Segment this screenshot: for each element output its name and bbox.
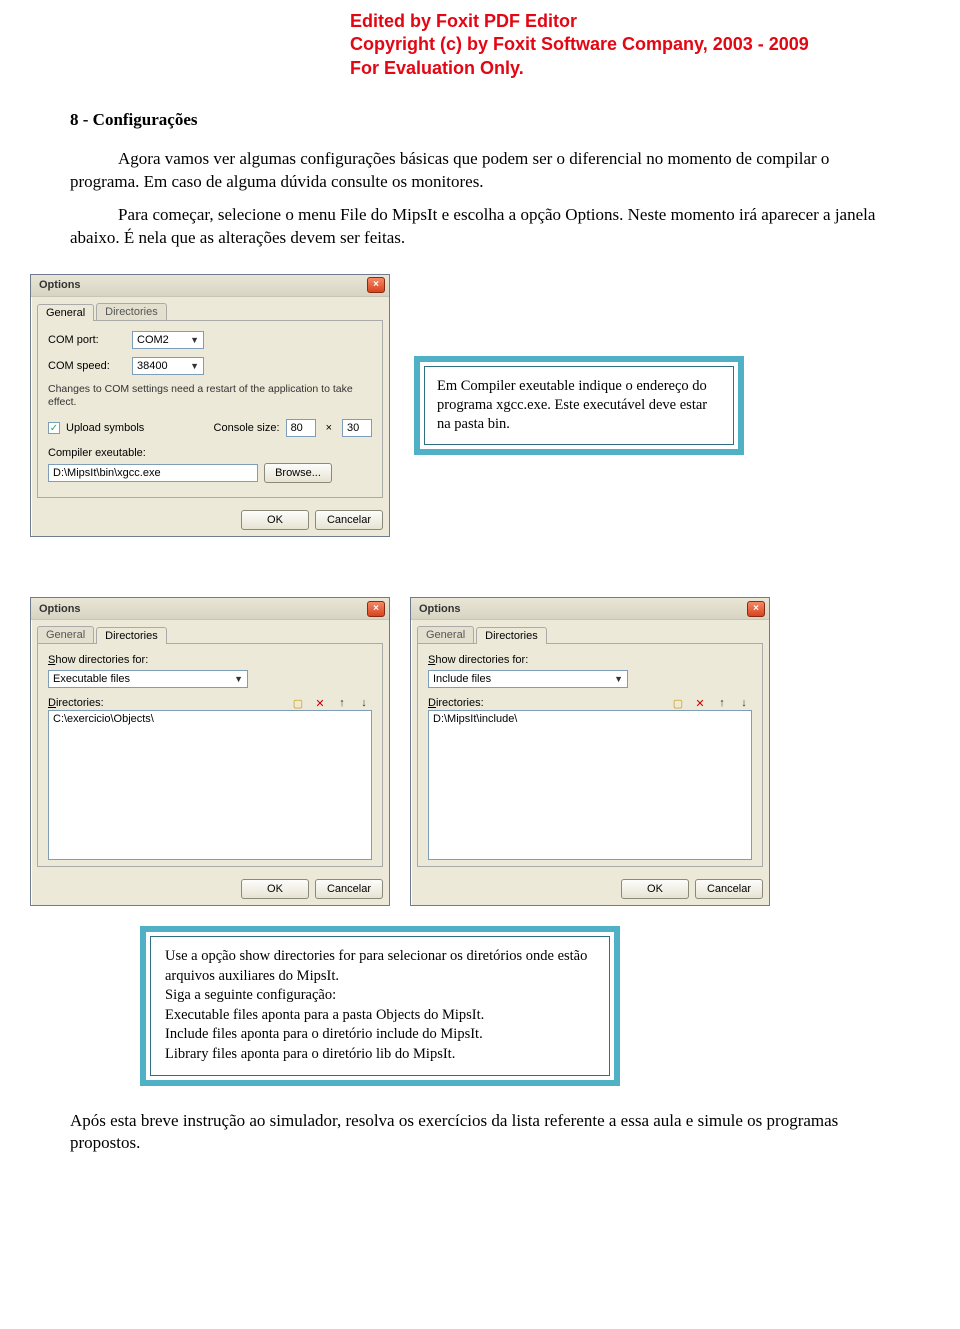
tab-directories[interactable]: Directories <box>476 627 547 644</box>
move-up-icon[interactable]: ↑ <box>334 696 350 710</box>
cancel-button[interactable]: Cancelar <box>315 879 383 899</box>
show-dirs-combo[interactable]: Executable files ▼ <box>48 670 248 688</box>
com-port-label: COM port: <box>48 334 126 346</box>
paragraph-1: Agora vamos ver algumas configurações bá… <box>70 148 890 194</box>
ok-button[interactable]: OK <box>241 879 309 899</box>
chevron-down-icon: ▼ <box>190 361 199 371</box>
close-icon[interactable]: × <box>367 277 385 293</box>
tab-general[interactable]: General <box>37 304 94 321</box>
cancel-button[interactable]: Cancelar <box>315 510 383 530</box>
com-speed-value: 38400 <box>137 360 168 372</box>
options-dialog-directories-executable: Options × General Directories Show direc… <box>30 597 390 906</box>
tab-directories[interactable]: Directories <box>96 627 167 644</box>
cancel-button[interactable]: Cancelar <box>695 879 763 899</box>
show-dirs-label: Show directories for: <box>428 654 752 666</box>
directories-label: Directories: <box>428 697 484 709</box>
watermark: Edited by Foxit PDF Editor Copyright (c)… <box>350 10 890 80</box>
restart-note: Changes to COM settings need a restart o… <box>48 383 372 409</box>
options-dialog-directories-include: Options × General Directories Show direc… <box>410 597 770 906</box>
callout2-line2: Siga a seguinte configuração: <box>165 986 595 1006</box>
callout-directories-config: Use a opção show directories for para se… <box>140 926 620 1085</box>
directories-list[interactable]: C:\exercicio\Objects\ <box>48 710 372 860</box>
upload-symbols-label: Upload symbols <box>66 422 144 434</box>
multiply-icon: × <box>326 422 332 434</box>
chevron-down-icon: ▼ <box>234 674 243 684</box>
callout2-line1: Use a opção show directories for para se… <box>165 947 595 986</box>
new-folder-icon[interactable]: ▢ <box>290 696 306 710</box>
move-up-icon[interactable]: ↑ <box>714 696 730 710</box>
closing-paragraph: Após esta breve instrução ao simulador, … <box>70 1110 890 1156</box>
dialog-title: Options <box>419 603 461 615</box>
dialog-title: Options <box>39 603 81 615</box>
show-dirs-combo[interactable]: Include files ▼ <box>428 670 628 688</box>
com-port-value: COM2 <box>137 334 169 346</box>
tab-general[interactable]: General <box>37 626 94 643</box>
delete-icon[interactable]: ✕ <box>312 696 328 710</box>
callout-text: Em Compiler exeutable indique o endereço… <box>424 366 734 445</box>
options-dialog-general: Options × General Directories COM port: … <box>30 274 390 537</box>
chevron-down-icon: ▼ <box>190 335 199 345</box>
browse-button[interactable]: Browse... <box>264 463 332 483</box>
callout2-line5: Library files aponta para o diretório li… <box>165 1045 595 1065</box>
tab-directories[interactable]: Directories <box>96 303 167 320</box>
chevron-down-icon: ▼ <box>614 674 623 684</box>
watermark-line1: Edited by Foxit PDF Editor <box>350 10 890 33</box>
watermark-line3: For Evaluation Only. <box>350 57 890 80</box>
console-height-input[interactable] <box>342 419 372 437</box>
com-speed-combo[interactable]: 38400 ▼ <box>132 357 204 375</box>
list-item[interactable]: D:\MipsIt\include\ <box>433 713 747 725</box>
tab-general[interactable]: General <box>417 626 474 643</box>
upload-symbols-checkbox[interactable]: ✓ <box>48 422 60 434</box>
new-folder-icon[interactable]: ▢ <box>670 696 686 710</box>
compiler-exe-input[interactable] <box>48 464 258 482</box>
callout-compiler-exe: Em Compiler exeutable indique o endereço… <box>414 356 744 455</box>
paragraph-2: Para começar, selecione o menu File do M… <box>70 204 890 250</box>
ok-button[interactable]: OK <box>621 879 689 899</box>
ok-button[interactable]: OK <box>241 510 309 530</box>
directories-label: Directories: <box>48 697 104 709</box>
list-item[interactable]: C:\exercicio\Objects\ <box>53 713 367 725</box>
move-down-icon[interactable]: ↓ <box>736 696 752 710</box>
delete-icon[interactable]: ✕ <box>692 696 708 710</box>
show-dirs-value: Executable files <box>53 673 130 685</box>
dialog-title: Options <box>39 279 81 291</box>
directories-list[interactable]: D:\MipsIt\include\ <box>428 710 752 860</box>
callout2-line3: Executable files aponta para a pasta Obj… <box>165 1006 595 1026</box>
section-title: 8 - Configurações <box>70 110 890 130</box>
console-size-label: Console size: <box>214 422 280 434</box>
com-speed-label: COM speed: <box>48 360 126 372</box>
move-down-icon[interactable]: ↓ <box>356 696 372 710</box>
close-icon[interactable]: × <box>747 601 765 617</box>
compiler-exe-label: Compiler exeutable: <box>48 447 372 459</box>
close-icon[interactable]: × <box>367 601 385 617</box>
console-width-input[interactable] <box>286 419 316 437</box>
show-dirs-value: Include files <box>433 673 491 685</box>
watermark-line2: Copyright (c) by Foxit Software Company,… <box>350 33 890 56</box>
show-dirs-label: Show directories for: <box>48 654 372 666</box>
callout2-line4: Include files aponta para o diretório in… <box>165 1025 595 1045</box>
com-port-combo[interactable]: COM2 ▼ <box>132 331 204 349</box>
